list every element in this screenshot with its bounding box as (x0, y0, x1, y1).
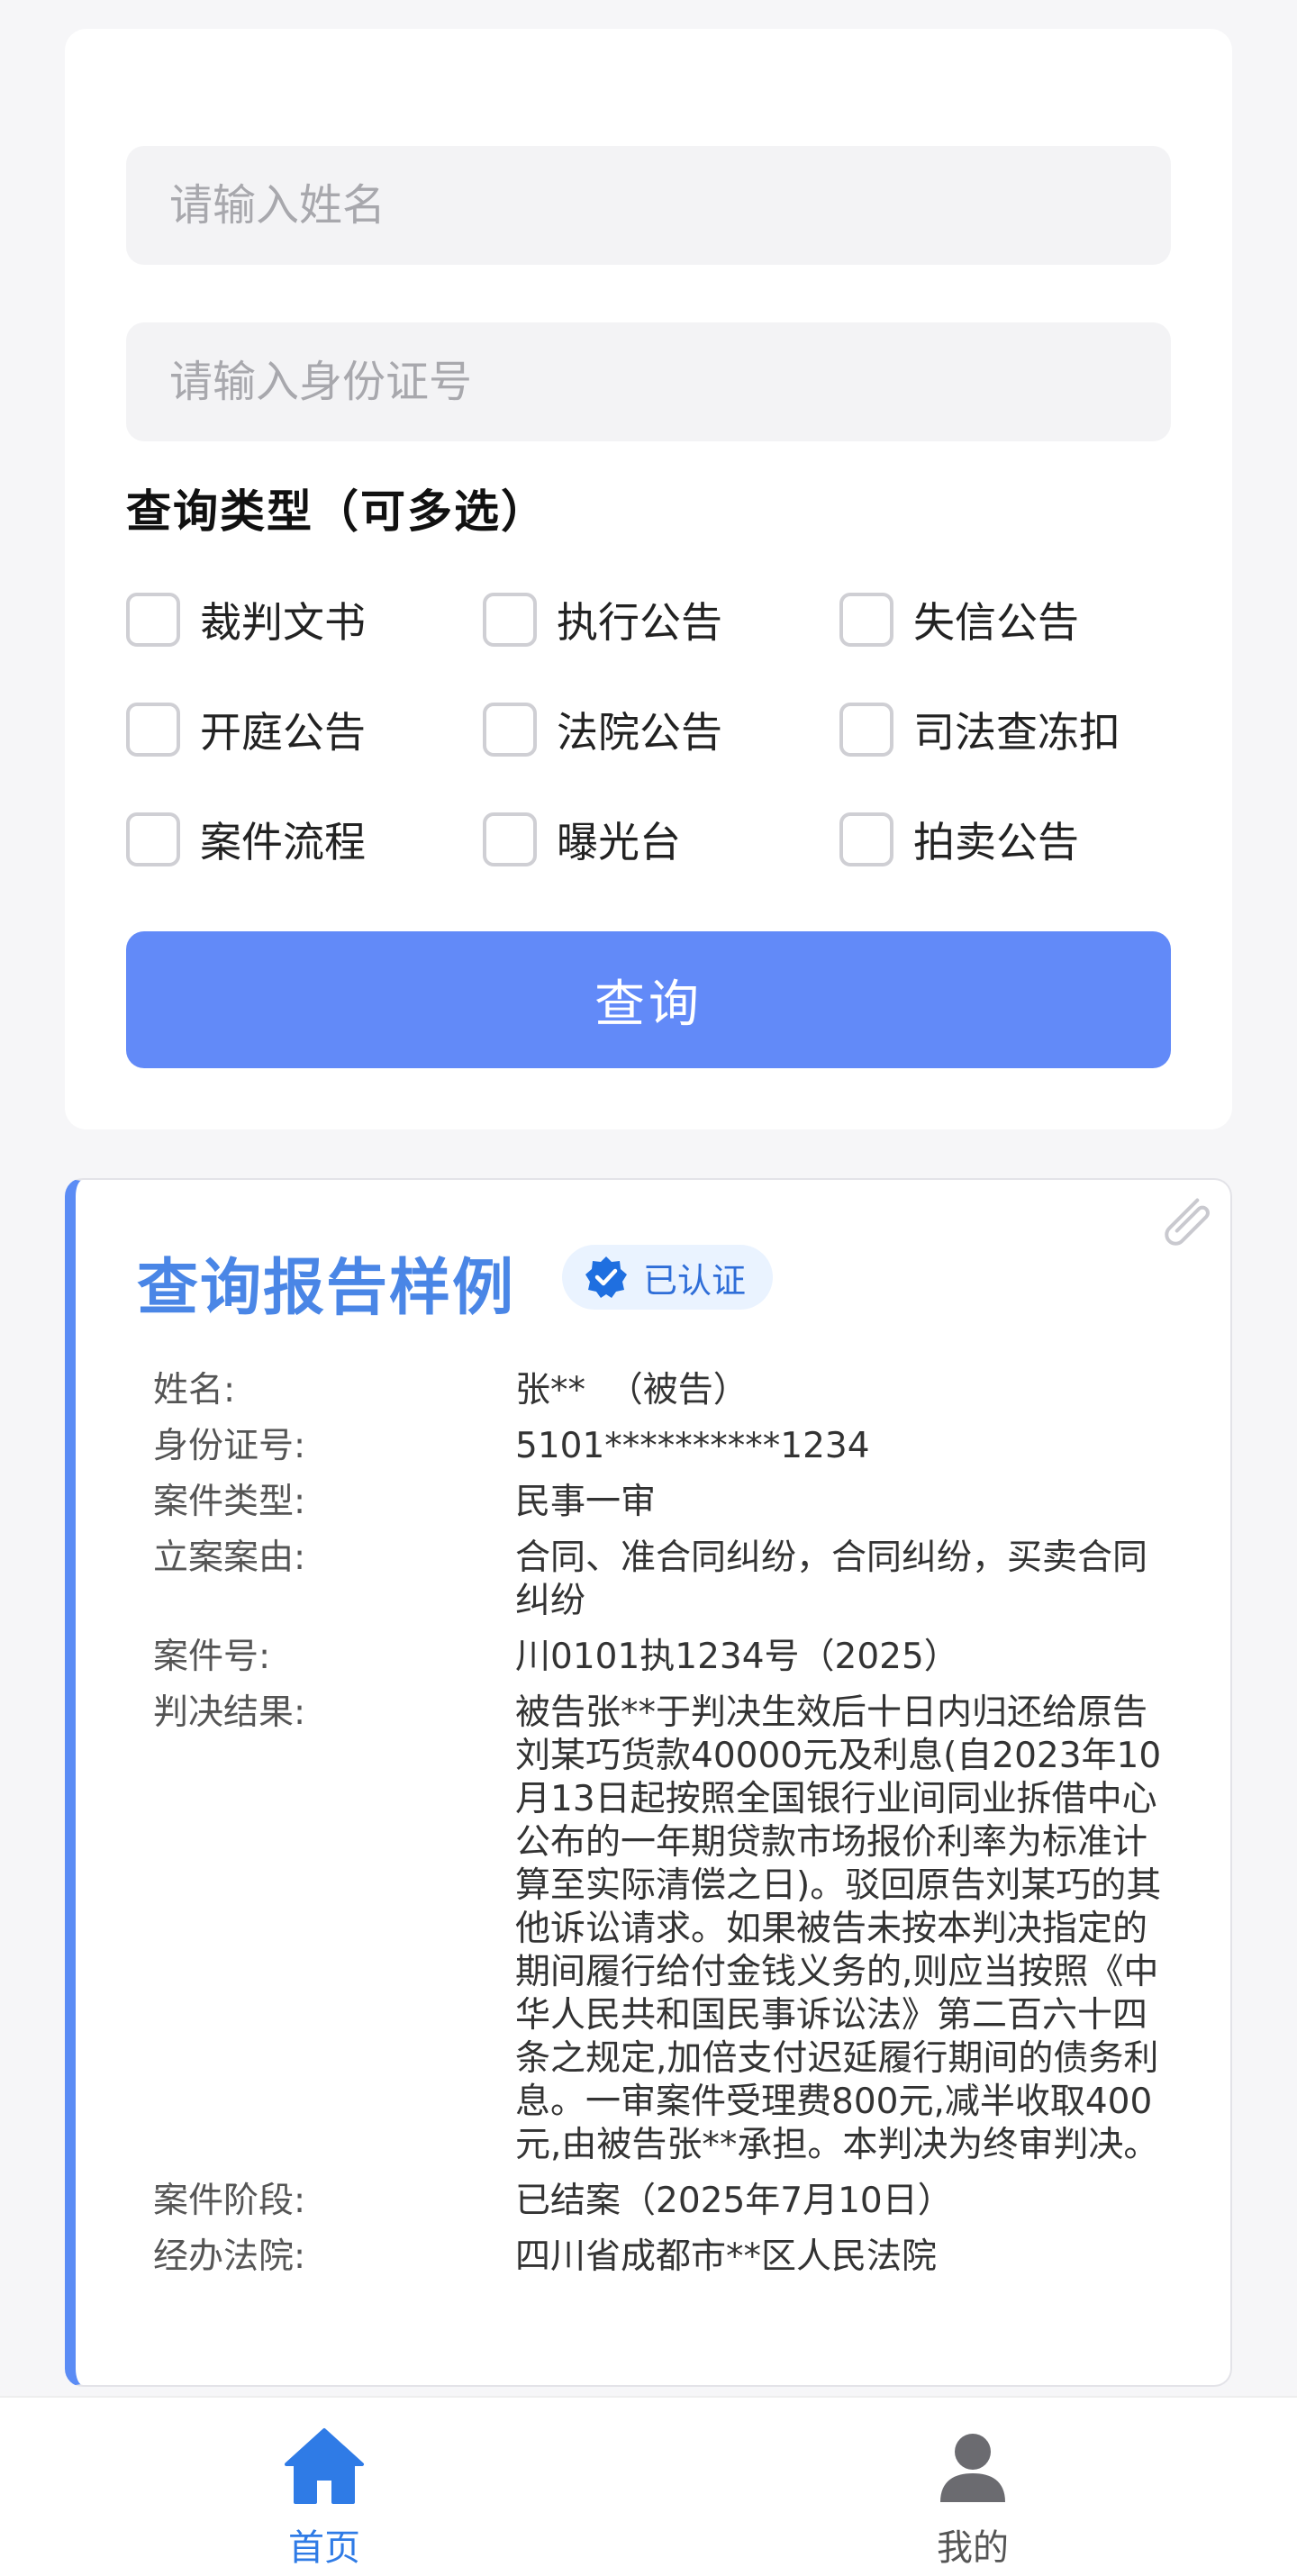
option-label: 裁判文书 (200, 598, 366, 647)
nav-home-label: 首页 (288, 2527, 360, 2569)
name-input[interactable] (126, 146, 1171, 265)
option-label: 失信公告 (913, 598, 1079, 647)
query-button[interactable]: 查询 (126, 931, 1171, 1068)
nav-mine-label: 我的 (937, 2527, 1009, 2569)
option-label: 开庭公告 (200, 708, 366, 757)
report-title: 查询报告样例 (137, 1253, 516, 1324)
report-row-filing-cause: 立案案由: 合同、准合同纠纷，合同纠纷，买卖合同纠纷 (153, 1537, 1189, 1623)
option-label: 曝光台 (557, 818, 681, 866)
query-type-title: 查询类型（可多选） (126, 485, 548, 538)
sample-report-card: 查询报告样例 已认证 姓名: 张** （被告） 身份证号: 5101******… (65, 1178, 1232, 2387)
verified-badge: 已认证 (562, 1245, 774, 1310)
field-value: 川0101执1234号（2025） (515, 1637, 959, 1677)
option-label: 执行公告 (557, 598, 722, 647)
option-judicial-freeze[interactable]: 司法查冻扣 (839, 701, 1120, 758)
paperclip-icon (1165, 1198, 1210, 1246)
checkbox[interactable] (839, 703, 893, 757)
nav-item-mine[interactable]: 我的 (793, 2398, 1153, 2576)
checkbox[interactable] (126, 703, 180, 757)
option-case-process[interactable]: 案件流程 (126, 811, 366, 868)
field-label: 经办法院: (153, 2236, 306, 2277)
page: 查询类型（可多选） 裁判文书 执行公告 失信公告 开庭公告 法院公告 司法查冻扣 (0, 0, 1297, 2576)
field-value: 已结案（2025年7月10日） (515, 2181, 953, 2221)
field-value: 张** （被告） (515, 1370, 748, 1410)
field-label: 身份证号: (153, 1426, 306, 1466)
option-dishonesty-notice[interactable]: 失信公告 (839, 591, 1079, 649)
option-label: 拍卖公告 (913, 818, 1079, 866)
field-value: 5101**********1234 (515, 1426, 870, 1466)
verified-check-icon (585, 1256, 627, 1298)
option-hearing-notice[interactable]: 开庭公告 (126, 701, 366, 758)
field-value: 被告张**于判决生效后十日内归还给原告刘某巧货款40000元及利息(自2023年… (515, 1692, 1162, 2165)
option-exposure-platform[interactable]: 曝光台 (483, 811, 681, 868)
checkbox[interactable] (839, 812, 893, 866)
field-value: 合同、准合同纠纷，合同纠纷，买卖合同纠纷 (515, 1537, 1148, 1621)
report-fields: 姓名: 张** （被告） 身份证号: 5101**********1234 案件… (153, 1369, 1189, 2291)
nav-item-home[interactable]: 首页 (144, 2398, 504, 2576)
checkbox[interactable] (839, 593, 893, 647)
option-court-notice[interactable]: 法院公告 (483, 701, 722, 758)
checkbox[interactable] (126, 812, 180, 866)
checkbox[interactable] (483, 593, 537, 647)
report-row-case-stage: 案件阶段: 已结案（2025年7月10日） (153, 2180, 1189, 2223)
option-judgment-documents[interactable]: 裁判文书 (126, 591, 366, 649)
query-form-card: 查询类型（可多选） 裁判文书 执行公告 失信公告 开庭公告 法院公告 司法查冻扣 (65, 29, 1232, 1129)
report-row-court: 经办法院: 四川省成都市**区人民法院 (153, 2236, 1189, 2279)
report-row-name: 姓名: 张** （被告） (153, 1369, 1189, 1412)
user-icon (940, 2434, 1005, 2502)
report-row-id-number: 身份证号: 5101**********1234 (153, 1425, 1189, 1468)
verified-badge-label: 已认证 (643, 1260, 747, 1301)
option-label: 司法查冻扣 (913, 708, 1120, 757)
id-number-input[interactable] (126, 322, 1171, 441)
field-label: 案件号: (153, 1637, 271, 1677)
field-label: 案件类型: (153, 1482, 306, 1522)
field-value: 四川省成都市**区人民法院 (515, 2236, 938, 2277)
field-label: 立案案由: (153, 1537, 306, 1578)
field-label: 判决结果: (153, 1692, 306, 1733)
field-label: 姓名: (153, 1370, 236, 1410)
report-row-judgment: 判决结果: 被告张**于判决生效后十日内归还给原告刘某巧货款40000元及利息(… (153, 1692, 1189, 2167)
option-label: 案件流程 (200, 818, 366, 866)
report-row-case-number: 案件号: 川0101执1234号（2025） (153, 1636, 1189, 1679)
home-icon (285, 2428, 364, 2504)
checkbox[interactable] (126, 593, 180, 647)
field-value: 民事一审 (515, 1482, 657, 1522)
option-auction-notice[interactable]: 拍卖公告 (839, 811, 1079, 868)
checkbox[interactable] (483, 703, 537, 757)
option-label: 法院公告 (557, 708, 722, 757)
option-enforcement-notice[interactable]: 执行公告 (483, 591, 722, 649)
field-label: 案件阶段: (153, 2181, 306, 2221)
bottom-navigation: 首页 我的 (0, 2396, 1297, 2576)
checkbox[interactable] (483, 812, 537, 866)
report-row-case-type: 案件类型: 民事一审 (153, 1481, 1189, 1524)
